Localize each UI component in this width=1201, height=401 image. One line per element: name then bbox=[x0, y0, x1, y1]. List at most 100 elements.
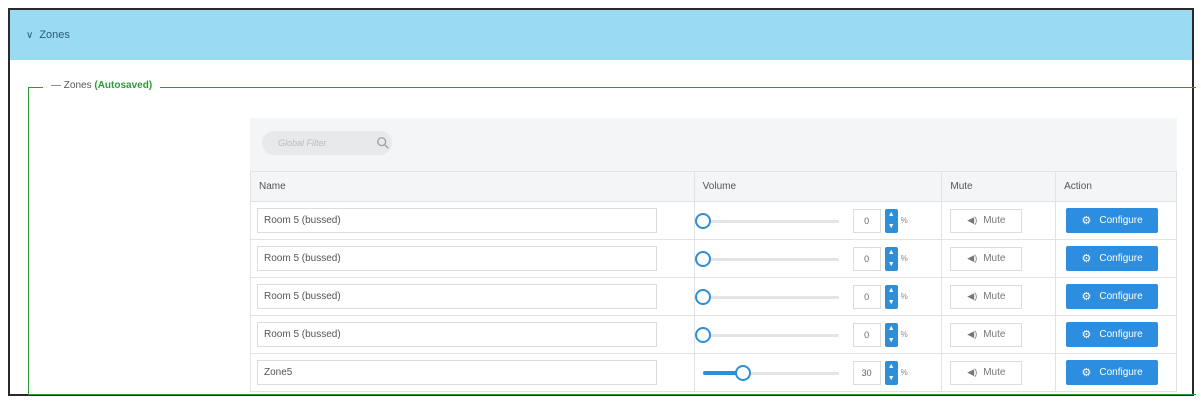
volume-stepper[interactable]: ▲ ▼ bbox=[884, 246, 898, 271]
table-header-row: Name Volume Mute Action bbox=[250, 171, 1177, 202]
configure-label: Configure bbox=[1099, 253, 1143, 264]
volume-value-field[interactable]: 0 bbox=[852, 322, 881, 347]
volume-unit: % bbox=[900, 330, 908, 339]
volume-value-field[interactable]: 0 bbox=[852, 246, 881, 271]
table-row: 0 ▲ ▼ % ◀) Mute ⚙ Configure bbox=[250, 277, 1177, 316]
stepper-up-icon[interactable]: ▲ bbox=[888, 325, 895, 332]
legend-autosaved-status: (Autosaved) bbox=[94, 80, 153, 91]
stepper-down-icon[interactable]: ▼ bbox=[888, 299, 895, 306]
stepper-down-icon[interactable]: ▼ bbox=[888, 261, 895, 268]
slider-thumb[interactable] bbox=[694, 288, 711, 305]
volume-slider[interactable] bbox=[694, 212, 839, 230]
zones-accordion-header[interactable]: ∨ Zones bbox=[10, 10, 1192, 60]
stepper-down-icon[interactable]: ▼ bbox=[888, 375, 895, 382]
volume-slider[interactable] bbox=[694, 326, 839, 344]
chevron-down-icon: ∨ bbox=[26, 29, 34, 41]
configure-label: Configure bbox=[1099, 367, 1143, 378]
search-icon[interactable] bbox=[376, 136, 390, 150]
configure-button[interactable]: ⚙ Configure bbox=[1066, 246, 1159, 271]
column-header-mute[interactable]: Mute bbox=[941, 171, 1057, 202]
gear-icon: ⚙ bbox=[1081, 329, 1092, 341]
zones-table-panel: Name Volume Mute Action 0 ▲ bbox=[250, 118, 1177, 392]
volume-cell: 0 ▲ ▼ % bbox=[693, 201, 943, 240]
table-row: 0 ▲ ▼ % ◀) Mute ⚙ Configure bbox=[250, 201, 1177, 240]
volume-cell: 0 ▲ ▼ % bbox=[693, 239, 943, 278]
speaker-icon: ◀) bbox=[967, 367, 978, 377]
speaker-icon: ◀) bbox=[967, 329, 978, 339]
slider-thumb[interactable] bbox=[694, 250, 711, 267]
volume-stepper[interactable]: ▲ ▼ bbox=[884, 360, 898, 385]
stepper-up-icon[interactable]: ▲ bbox=[888, 249, 895, 256]
volume-stepper[interactable]: ▲ ▼ bbox=[884, 208, 898, 233]
zones-table: Name Volume Mute Action 0 ▲ bbox=[250, 171, 1177, 392]
configure-button[interactable]: ⚙ Configure bbox=[1066, 284, 1159, 309]
volume-control: 0 ▲ ▼ % bbox=[694, 322, 936, 347]
table-row: 0 ▲ ▼ % ◀) Mute ⚙ Configure bbox=[250, 315, 1177, 354]
slider-thumb[interactable] bbox=[694, 326, 711, 343]
gear-icon: ⚙ bbox=[1081, 253, 1092, 265]
zone-name-input[interactable] bbox=[257, 322, 657, 347]
name-cell bbox=[250, 315, 695, 354]
volume-slider[interactable] bbox=[702, 364, 839, 382]
stepper-up-icon[interactable]: ▲ bbox=[888, 211, 895, 218]
volume-stepper[interactable]: ▲ ▼ bbox=[884, 322, 898, 347]
volume-cell: 0 ▲ ▼ % bbox=[693, 277, 943, 316]
zone-name-input[interactable] bbox=[257, 208, 657, 233]
zone-name-input[interactable] bbox=[257, 246, 657, 271]
name-cell bbox=[250, 201, 695, 240]
mute-cell: ◀) Mute bbox=[941, 277, 1057, 316]
volume-value-field[interactable]: 0 bbox=[852, 208, 881, 233]
zone-name-input[interactable] bbox=[257, 360, 657, 385]
stepper-up-icon[interactable]: ▲ bbox=[888, 363, 895, 370]
action-cell: ⚙ Configure bbox=[1055, 315, 1177, 354]
volume-slider[interactable] bbox=[694, 288, 839, 306]
name-cell bbox=[250, 353, 695, 392]
zones-fieldset: — Zones (Autosaved) Name Volume Mute Act… bbox=[28, 80, 1196, 395]
volume-value-field[interactable]: 0 bbox=[852, 284, 881, 309]
stepper-down-icon[interactable]: ▼ bbox=[888, 337, 895, 344]
configure-button[interactable]: ⚙ Configure bbox=[1066, 360, 1159, 385]
volume-stepper[interactable]: ▲ ▼ bbox=[884, 284, 898, 309]
mute-cell: ◀) Mute bbox=[941, 315, 1057, 354]
volume-unit: % bbox=[900, 254, 908, 263]
volume-slider[interactable] bbox=[694, 250, 839, 268]
column-header-action[interactable]: Action bbox=[1055, 171, 1177, 202]
volume-cell: 30 ▲ ▼ % bbox=[693, 353, 943, 392]
configure-button[interactable]: ⚙ Configure bbox=[1066, 208, 1159, 233]
volume-cell: 0 ▲ ▼ % bbox=[693, 315, 943, 354]
volume-control: 0 ▲ ▼ % bbox=[694, 246, 936, 271]
volume-control: 0 ▲ ▼ % bbox=[694, 284, 936, 309]
global-filter-input[interactable] bbox=[276, 137, 372, 149]
volume-unit: % bbox=[900, 216, 908, 225]
zone-name-input[interactable] bbox=[257, 284, 657, 309]
mute-button[interactable]: ◀) Mute bbox=[950, 360, 1023, 385]
mute-label: Mute bbox=[983, 329, 1006, 340]
speaker-icon: ◀) bbox=[967, 215, 978, 225]
mute-button[interactable]: ◀) Mute bbox=[950, 208, 1023, 233]
mute-cell: ◀) Mute bbox=[941, 201, 1057, 240]
mute-button[interactable]: ◀) Mute bbox=[950, 284, 1023, 309]
slider-thumb[interactable] bbox=[735, 364, 752, 381]
mute-label: Mute bbox=[983, 215, 1006, 226]
slider-track bbox=[702, 219, 839, 223]
volume-unit: % bbox=[900, 368, 908, 377]
configure-button[interactable]: ⚙ Configure bbox=[1066, 322, 1159, 347]
volume-value-field[interactable]: 30 bbox=[852, 360, 881, 385]
gear-icon: ⚙ bbox=[1081, 215, 1092, 227]
mute-button[interactable]: ◀) Mute bbox=[950, 322, 1023, 347]
mute-button[interactable]: ◀) Mute bbox=[950, 246, 1023, 271]
zones-legend: — Zones (Autosaved) bbox=[43, 80, 161, 91]
stepper-down-icon[interactable]: ▼ bbox=[888, 223, 895, 230]
column-header-volume[interactable]: Volume bbox=[693, 171, 943, 202]
stepper-up-icon[interactable]: ▲ bbox=[888, 287, 895, 294]
legend-title: Zones bbox=[63, 80, 92, 91]
speaker-icon: ◀) bbox=[967, 291, 978, 301]
slider-thumb[interactable] bbox=[694, 212, 711, 229]
column-header-name[interactable]: Name bbox=[250, 171, 695, 202]
mute-cell: ◀) Mute bbox=[941, 239, 1057, 278]
global-filter bbox=[262, 131, 392, 155]
mute-cell: ◀) Mute bbox=[941, 353, 1057, 392]
mute-label: Mute bbox=[983, 291, 1006, 302]
gear-icon: ⚙ bbox=[1081, 367, 1092, 379]
legend-dash: — bbox=[51, 80, 64, 91]
